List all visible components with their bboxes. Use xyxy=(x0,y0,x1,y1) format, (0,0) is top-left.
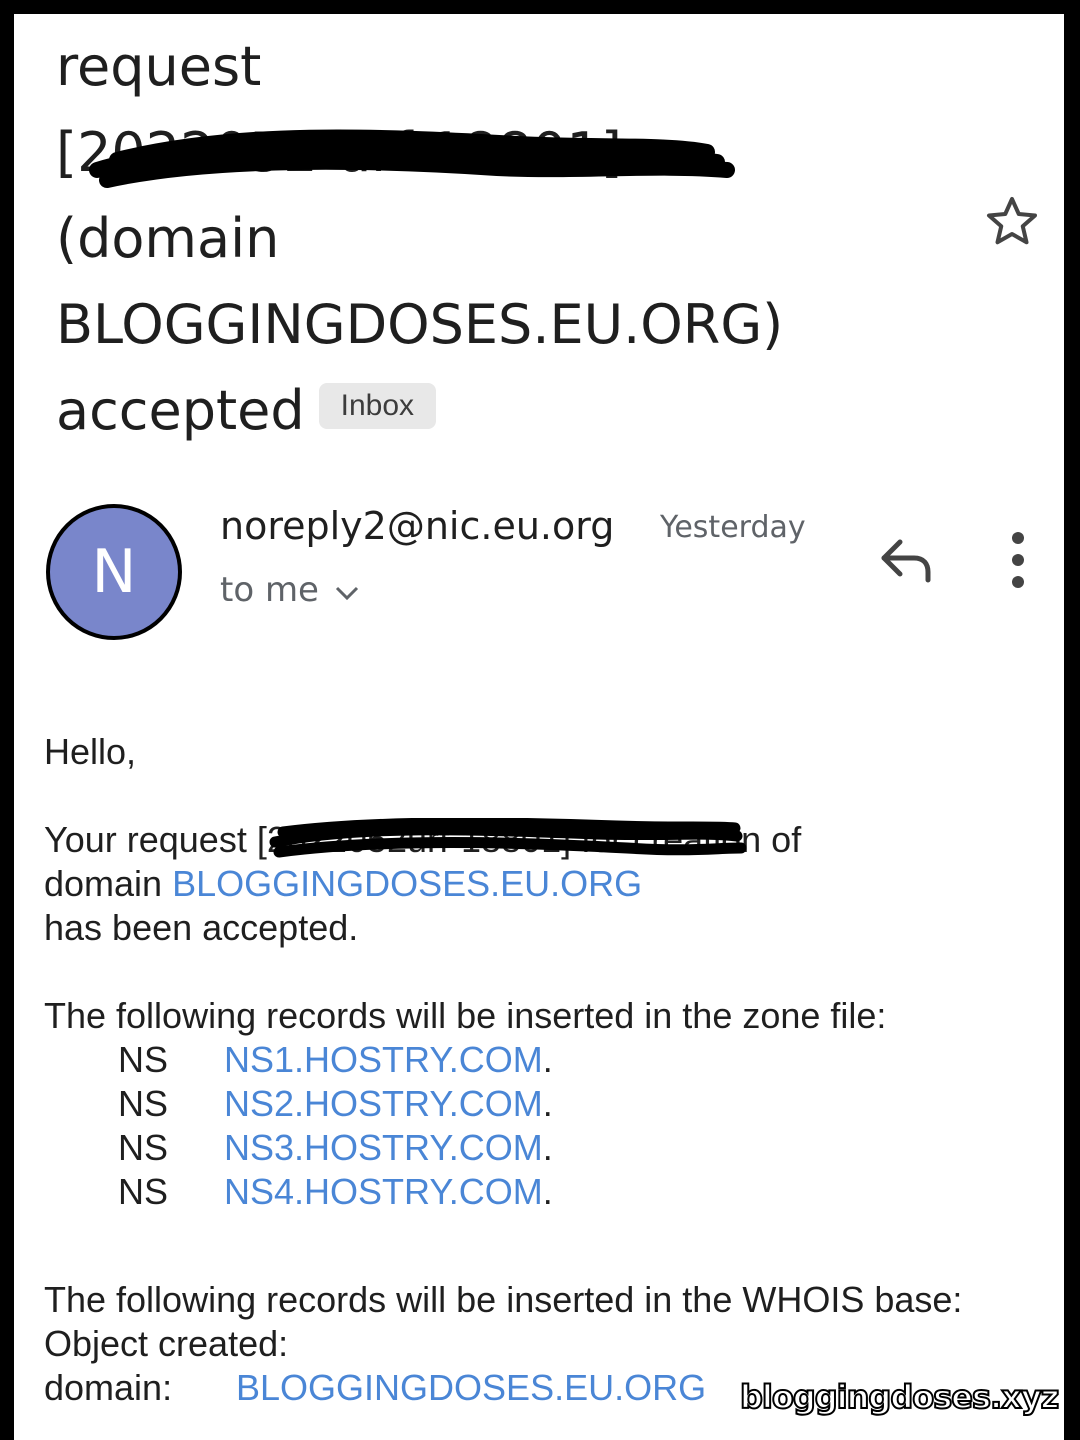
ns-host-link[interactable]: NS2.HOSTRY.COM xyxy=(224,1082,543,1126)
subject-bracket: [ xyxy=(56,121,78,184)
ns-record: NS NS3.HOSTRY.COM. xyxy=(118,1126,553,1170)
ns-host-link[interactable]: NS3.HOSTRY.COM xyxy=(224,1126,543,1170)
subject-line-5: accepted Inbox xyxy=(56,368,956,454)
ns-record-type: NS xyxy=(118,1083,169,1124)
watermark: bloggingdoses.xyz xyxy=(739,1377,1060,1417)
subject-line-2: [2022052-urf-18801] xyxy=(56,110,956,196)
recipient-label: to me xyxy=(220,570,319,610)
greeting: Hello, xyxy=(44,731,137,772)
chevron-down-icon xyxy=(333,572,361,612)
email-view: request [2022052-urf-18801] (domain BLOG… xyxy=(14,14,1064,1440)
star-icon[interactable] xyxy=(982,192,1042,252)
ns-record: NS NS1.HOSTRY.COM. xyxy=(118,1038,553,1082)
sender-address[interactable]: noreply2@nic.eu.org xyxy=(220,504,614,548)
whois-domain-link[interactable]: BLOGGINGDOSES.EU.ORG xyxy=(236,1366,706,1410)
ns-record: NS NS4.HOSTRY.COM. xyxy=(118,1170,553,1214)
zone-intro: The following records will be inserted i… xyxy=(44,995,887,1036)
domain-line: domain BLOGGINGDOSES.EU.ORG xyxy=(44,863,643,904)
body-redacted-id: 2022052urf-18801] xyxy=(267,818,747,862)
avatar[interactable]: N xyxy=(46,504,182,640)
whois-intro: The following records will be inserted i… xyxy=(44,1279,963,1320)
ns-host-link[interactable]: NS1.HOSTRY.COM xyxy=(224,1038,543,1082)
accepted-line: has been accepted. xyxy=(44,907,359,948)
subject-redacted-id: 2022052-urf-18801] xyxy=(77,110,736,196)
request-line: Your request [2022052urf-18801] for crea… xyxy=(44,818,1044,862)
inbox-label-chip[interactable]: Inbox xyxy=(318,383,437,430)
email-date: Yesterday xyxy=(660,510,806,545)
whois-domain-key: domain: xyxy=(44,1367,173,1408)
subject-line-4: BLOGGINGDOSES.EU.ORG) xyxy=(56,293,784,356)
subject-line-3: (domain xyxy=(56,207,280,270)
reply-icon[interactable] xyxy=(874,532,938,588)
domain-link[interactable]: BLOGGINGDOSES.EU.ORG xyxy=(172,863,642,904)
email-body: Hello, Your request [2022052urf-18801] f… xyxy=(44,730,1044,1410)
ns-record-type: NS xyxy=(118,1127,169,1168)
ns-host-link[interactable]: NS4.HOSTRY.COM xyxy=(224,1170,543,1214)
email-subject: request [2022052-urf-18801] (domain BLOG… xyxy=(56,24,956,454)
object-created: Object created: xyxy=(44,1323,289,1364)
more-vert-icon[interactable] xyxy=(998,528,1038,592)
ns-record: NS NS2.HOSTRY.COM. xyxy=(118,1082,553,1126)
recipient-toggle[interactable]: to me xyxy=(220,570,361,612)
ns-record-type: NS xyxy=(118,1171,169,1212)
ns-record-type: NS xyxy=(118,1039,169,1080)
subject-line-1: request xyxy=(56,35,262,98)
